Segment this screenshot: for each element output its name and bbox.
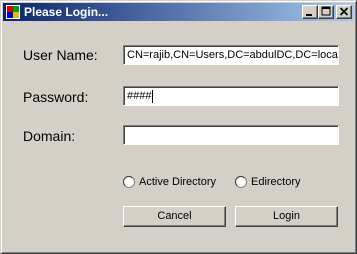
text-caret [152,89,154,103]
maximize-button[interactable] [318,5,334,19]
radio-circle-icon[interactable] [235,176,247,188]
radio-label-edirectory: Edirectory [251,176,301,188]
close-button[interactable] [336,5,352,19]
domain-label: Domain: [23,128,76,144]
password-label: Password: [23,89,89,105]
password-value: #### [127,90,152,102]
maximize-icon [321,6,331,16]
window-title: Please Login... [24,5,109,19]
minimize-icon [306,14,312,16]
cancel-button[interactable]: Cancel [123,206,226,227]
password-input[interactable]: #### [123,86,339,106]
login-dialog: Please Login... User Name: CN=rajib,CN=U… [0,0,357,254]
title-bar[interactable]: Please Login... [3,3,354,21]
windows-flag-icon [6,5,20,19]
username-input[interactable]: CN=rajib,CN=Users,DC=abdulDC,DC=local [123,45,339,65]
domain-input[interactable] [123,125,339,145]
username-value: CN=rajib,CN=Users,DC=abdulDC,DC=local [127,49,339,61]
close-icon [339,7,349,16]
login-button[interactable]: Login [235,206,338,227]
radio-label-active-directory: Active Directory [139,176,217,188]
radio-circle-icon[interactable] [123,176,135,188]
minimize-button[interactable] [302,5,318,19]
username-label: User Name: [23,47,98,63]
